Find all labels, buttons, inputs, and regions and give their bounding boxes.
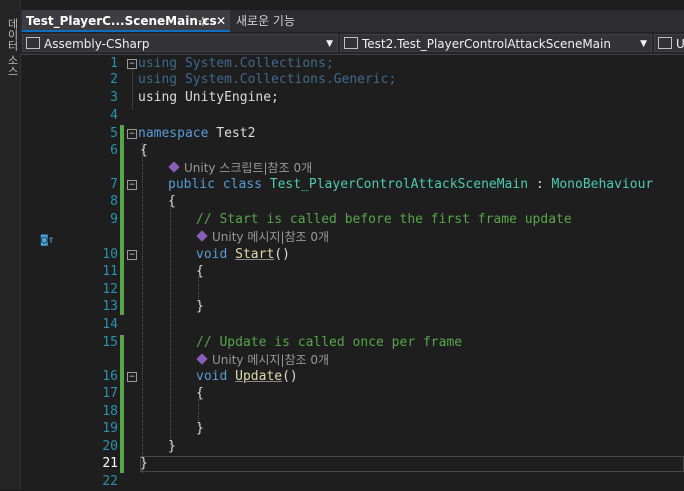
code-line: } bbox=[196, 298, 204, 316]
codelens[interactable]: Unity 메시지|참조 0개 bbox=[196, 351, 330, 369]
line-number: 8 bbox=[110, 194, 118, 209]
codelens-text: Unity 스크립트|참조 0개 bbox=[184, 161, 313, 175]
colon: : bbox=[528, 177, 552, 192]
code-line: { bbox=[196, 385, 204, 403]
line-number-current: 21 bbox=[102, 456, 118, 471]
namespace-keyword: namespace bbox=[138, 126, 209, 141]
code-line: public class Test_PlayerControlAttackSce… bbox=[168, 176, 653, 194]
collapse-toggle[interactable]: − bbox=[127, 129, 137, 139]
collapse-toggle[interactable]: − bbox=[127, 59, 137, 69]
line-number: 6 bbox=[110, 143, 118, 158]
code-line: } bbox=[140, 455, 148, 473]
close-icon[interactable]: ✕ bbox=[216, 10, 226, 32]
line-number: 16 bbox=[102, 369, 118, 384]
member-dropdown[interactable]: U bbox=[654, 34, 684, 52]
project-dropdown[interactable]: Assembly-CSharp ▼ bbox=[22, 34, 338, 52]
method-name: Update bbox=[235, 369, 283, 384]
pin-icon[interactable]: ⊹ bbox=[198, 10, 208, 32]
class-name: Test_PlayerControlAttackSceneMain bbox=[269, 177, 529, 192]
using-statement: using UnityEngine; bbox=[138, 90, 279, 105]
collapse-toggle[interactable]: − bbox=[127, 250, 137, 260]
tab-label: Test_PlayerC...SceneMain.cs bbox=[26, 14, 217, 28]
brace: } bbox=[140, 456, 148, 471]
code-line: // Update is called once per frame bbox=[196, 334, 462, 352]
code-line: } bbox=[196, 420, 204, 438]
code-line: } bbox=[168, 438, 176, 456]
using-statement: using System.Collections.Generic; bbox=[138, 72, 397, 87]
unity-icon bbox=[196, 230, 208, 242]
line-number: 11 bbox=[102, 264, 118, 279]
code-line: void Update() bbox=[196, 368, 298, 386]
code-line: namespace Test2 bbox=[138, 125, 255, 143]
navigation-bar: Assembly-CSharp ▼ Test2.Test_PlayerContr… bbox=[20, 32, 684, 55]
class-keyword: public class bbox=[168, 177, 270, 192]
line-number: 5 bbox=[110, 126, 118, 141]
code-line: void Start() bbox=[196, 246, 290, 264]
code-line: { bbox=[196, 263, 204, 281]
line-number: 14 bbox=[102, 317, 118, 332]
line-number: 20 bbox=[102, 439, 118, 454]
class-label: Test2.Test_PlayerControlAttackSceneMain bbox=[362, 37, 611, 51]
brace: } bbox=[196, 421, 204, 436]
brace: } bbox=[168, 439, 176, 454]
line-number: 13 bbox=[102, 299, 118, 314]
brace: } bbox=[196, 299, 204, 314]
brace: { bbox=[196, 386, 204, 401]
using-statement: using System.Collections; bbox=[138, 56, 334, 71]
void-keyword: void bbox=[196, 369, 236, 384]
data-sources-tab[interactable]: 데이터 소스 bbox=[2, 18, 19, 77]
class-icon bbox=[344, 37, 358, 49]
line-number: 10 bbox=[102, 247, 118, 262]
code-line: using UnityEngine; bbox=[138, 89, 279, 107]
code-line: { bbox=[140, 142, 148, 160]
namespace-name: Test2 bbox=[208, 126, 256, 141]
line-number: 17 bbox=[102, 386, 118, 401]
base-class: MonoBehaviour bbox=[551, 177, 654, 192]
line-number: 9 bbox=[110, 212, 118, 227]
void-keyword: void bbox=[196, 247, 236, 262]
line-number: 3 bbox=[110, 90, 118, 105]
code-editor[interactable]: 1 2 3 4 5 6 7 8 9 10 11 12 13 14 15 16 1… bbox=[20, 55, 684, 489]
codelens-text: Unity 메시지|참조 0개 bbox=[212, 353, 330, 367]
member-label: U bbox=[676, 37, 684, 51]
parens: () bbox=[274, 247, 290, 262]
brace: { bbox=[168, 194, 176, 209]
brace: { bbox=[140, 143, 148, 158]
line-number: 18 bbox=[102, 404, 118, 419]
implementation-indicator-icon[interactable]: ◙↑ bbox=[41, 233, 54, 246]
chevron-down-icon: ▼ bbox=[640, 39, 647, 49]
line-number: 4 bbox=[110, 108, 118, 123]
unity-icon bbox=[196, 353, 208, 365]
codelens[interactable]: Unity 스크립트|참조 0개 bbox=[168, 159, 313, 177]
line-number: 2 bbox=[110, 72, 118, 87]
comment: // Start is called before the first fram… bbox=[196, 212, 572, 227]
tab-active-file[interactable]: Test_PlayerC...SceneMain.cs ⊹ ✕ bbox=[22, 10, 230, 32]
collapse-toggle[interactable]: − bbox=[127, 180, 137, 190]
codelens-text: Unity 메시지|참조 0개 bbox=[212, 230, 330, 244]
comment: // Update is called once per frame bbox=[196, 335, 463, 350]
unity-icon bbox=[168, 161, 180, 173]
line-number: 15 bbox=[102, 335, 118, 350]
project-icon bbox=[26, 37, 40, 49]
code-line: { bbox=[168, 193, 176, 211]
line-number: 7 bbox=[110, 177, 118, 192]
brace: { bbox=[196, 264, 204, 279]
chevron-down-icon: ▼ bbox=[326, 39, 333, 49]
line-number: 22 bbox=[102, 474, 118, 489]
member-icon bbox=[658, 37, 672, 49]
codelens[interactable]: Unity 메시지|참조 0개 bbox=[196, 228, 330, 246]
line-number: 12 bbox=[102, 282, 118, 297]
tab-whats-new[interactable]: 새로운 기능 bbox=[230, 10, 346, 32]
code-line: using System.Collections.Generic; bbox=[138, 71, 396, 89]
code-line: // Start is called before the first fram… bbox=[196, 211, 572, 229]
parens: () bbox=[282, 369, 298, 384]
side-panel: 데이터 소스 bbox=[0, 0, 21, 489]
project-label: Assembly-CSharp bbox=[44, 37, 150, 51]
method-name: Start bbox=[235, 247, 275, 262]
class-dropdown[interactable]: Test2.Test_PlayerControlAttackSceneMain … bbox=[340, 34, 652, 52]
collapse-toggle[interactable]: − bbox=[127, 372, 137, 382]
document-tab-bar: Test_PlayerC...SceneMain.cs ⊹ ✕ 새로운 기능 bbox=[20, 10, 684, 32]
line-number: 19 bbox=[102, 421, 118, 436]
